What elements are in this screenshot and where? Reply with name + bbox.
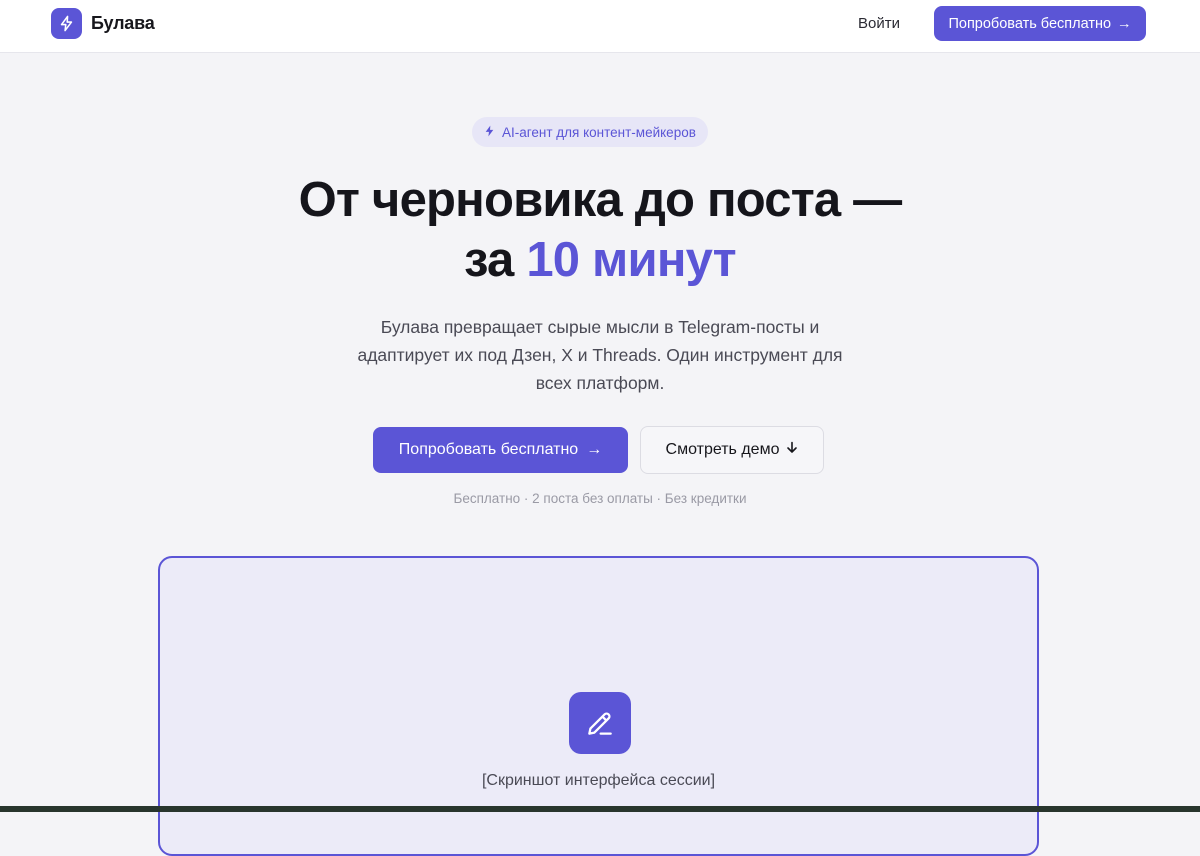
login-link[interactable]: Войти <box>858 15 900 32</box>
arrow-right-icon: → <box>1117 15 1132 32</box>
hero-title-line1: От черновика до поста — <box>298 173 903 227</box>
pencil-icon <box>569 692 631 754</box>
brand-name: Булава <box>91 13 155 33</box>
brand-link[interactable]: Булава <box>51 8 155 39</box>
hero-subtitle: Булава превращает сырые мысли в Telegram… <box>357 317 843 393</box>
preview-caption: [Скриншот интерфейса сессии] <box>481 772 716 789</box>
watch-demo-label: Смотреть демо <box>665 441 780 458</box>
hero-title-accent: 10 минут <box>526 233 736 287</box>
top-nav: Булава Войти Попробовать бесплатно → <box>0 0 1200 53</box>
arrow-right-icon: → <box>586 441 603 458</box>
lightning-icon <box>51 8 82 39</box>
bottom-edge-bar <box>0 806 1200 812</box>
watch-demo-button[interactable]: Смотреть демо <box>640 426 824 474</box>
lightning-icon <box>483 124 496 141</box>
hero-note: Бесплатно · 2 поста без оплаты · Без кре… <box>453 491 747 506</box>
arrow-down-icon <box>786 441 798 459</box>
hero-title: От черновика до поста — за 10 минут <box>0 170 1200 290</box>
hero-title-line2-prefix: за <box>464 233 527 287</box>
header-try-free-button[interactable]: Попробовать бесплатно → <box>934 6 1146 41</box>
try-free-label: Попробовать бесплатно <box>398 441 579 458</box>
hero-badge-text: AI-агент для контент-мейкеров <box>502 124 696 140</box>
try-free-button[interactable]: Попробовать бесплатно → <box>373 427 628 473</box>
hero-badge: AI-агент для контент-мейкеров <box>472 117 708 147</box>
header-try-free-label: Попробовать бесплатно <box>948 15 1112 32</box>
